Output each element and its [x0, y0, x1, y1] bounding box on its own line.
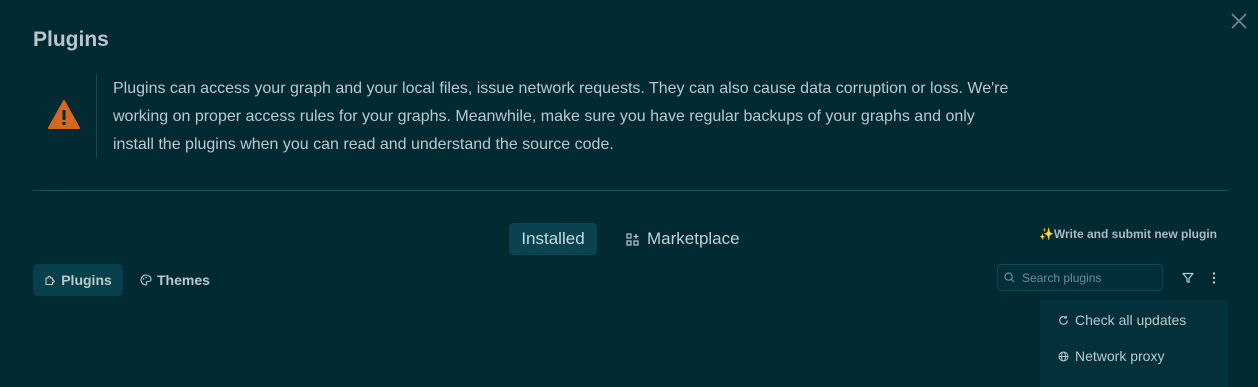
search-box [997, 264, 1163, 291]
subtab-themes-label: Themes [157, 272, 210, 288]
warning-banner: Plugins can access your graph and your l… [33, 74, 1023, 158]
subtab-plugins[interactable]: Plugins [33, 264, 123, 296]
plugins-dialog: Plugins Plugins can access your graph an… [0, 0, 1258, 387]
subtab-themes[interactable]: Themes [140, 264, 210, 296]
write-plugin-link[interactable]: ✨Write and submit new plugin [1039, 227, 1217, 241]
more-vertical-icon [1212, 272, 1216, 284]
palette-icon [140, 274, 152, 286]
warning-divider [96, 74, 97, 158]
filter-button[interactable] [1180, 270, 1196, 286]
puzzle-icon [45, 275, 55, 286]
tab-marketplace[interactable]: Marketplace [626, 223, 740, 255]
menu-item-network-proxy[interactable]: Network proxy [1058, 345, 1164, 367]
menu-item-network-proxy-label: Network proxy [1075, 348, 1165, 364]
warning-triangle-icon [48, 100, 80, 129]
close-icon[interactable] [1230, 12, 1248, 30]
globe-icon [1058, 351, 1069, 361]
warning-text: Plugins can access your graph and your l… [113, 80, 1009, 153]
refresh-icon [1059, 315, 1068, 325]
subtab-plugins-label: Plugins [61, 272, 112, 288]
more-options-button[interactable] [1206, 270, 1222, 286]
filter-icon [1182, 272, 1194, 284]
tab-installed-label: Installed [521, 229, 585, 248]
tab-installed[interactable]: Installed [509, 223, 597, 255]
apps-grid-icon [626, 232, 639, 246]
close-button[interactable] [1228, 10, 1250, 32]
tab-marketplace-label: Marketplace [647, 229, 740, 248]
page-title: Plugins [33, 28, 109, 51]
section-divider [33, 190, 1229, 191]
menu-item-check-updates-label: Check all updates [1075, 312, 1187, 328]
search-input[interactable] [1020, 269, 1159, 286]
search-icon [1004, 272, 1015, 283]
options-menu: Check all updates Network proxy [1040, 300, 1228, 387]
menu-item-check-updates[interactable]: Check all updates [1058, 309, 1186, 331]
